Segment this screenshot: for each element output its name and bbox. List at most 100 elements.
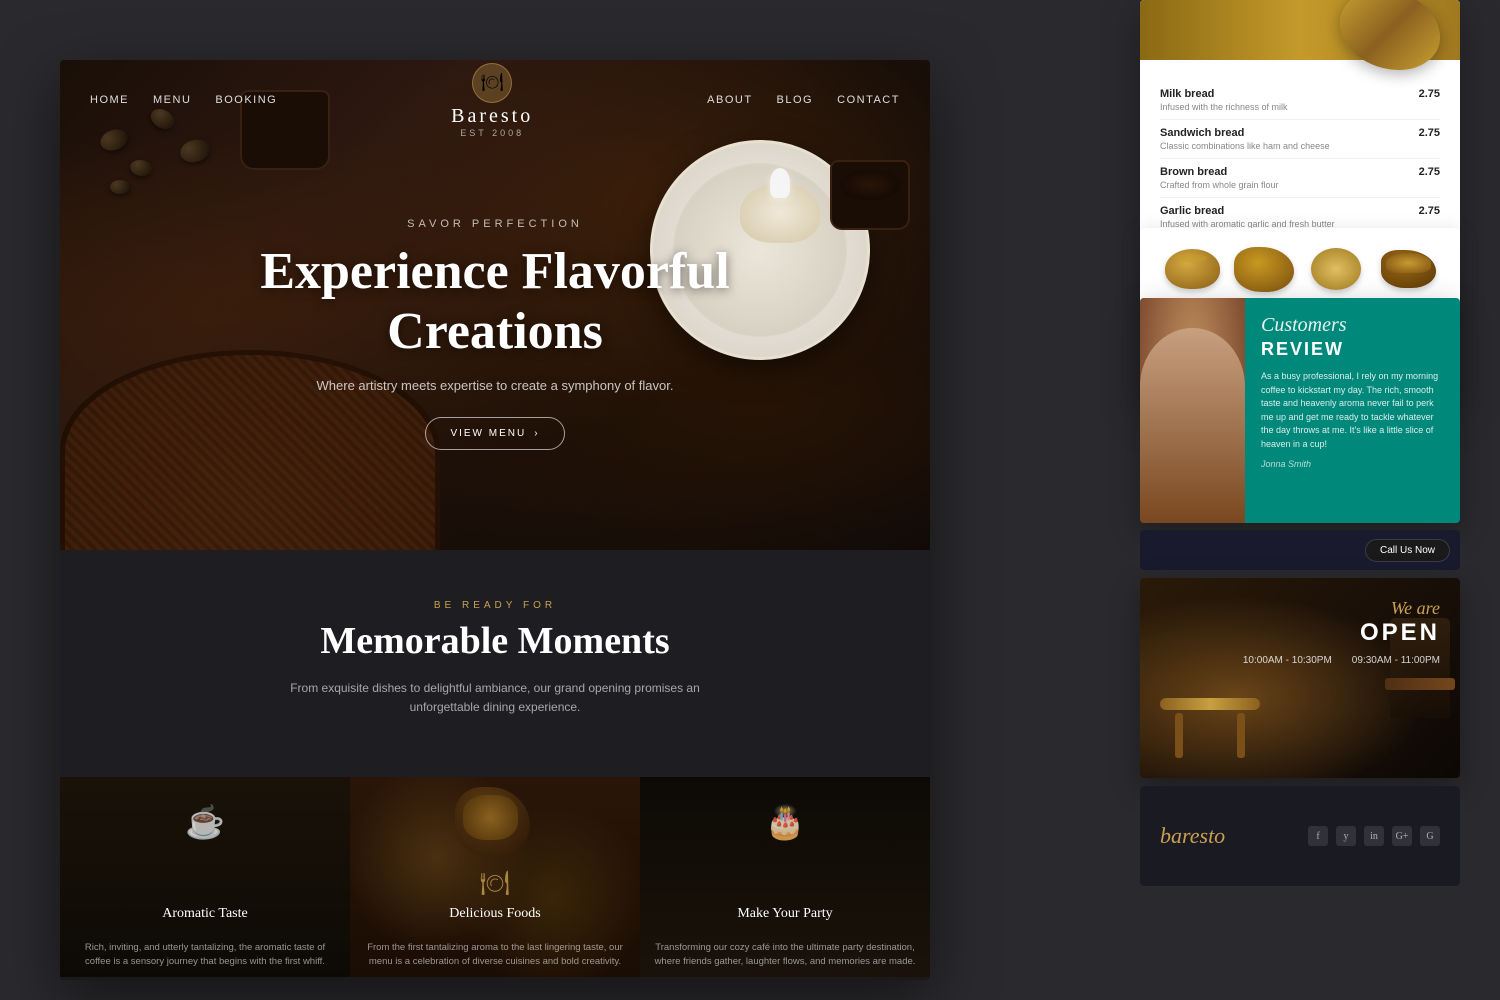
card-party: 🎂 Make Your Party Transforming our cozy … [640,777,930,977]
card-text: From the first tantalizing aroma to the … [362,941,628,970]
hero-title-line2: Creations [387,303,603,360]
call-bar: Call Us Now [1140,530,1460,570]
nav-blog[interactable]: BLOG [777,94,814,106]
open-hour-1: 10:00AM - 10:30PM [1243,655,1332,666]
menu-item-price: 2.75 [1419,166,1440,178]
brand-footer: baresto f y in G+ G [1140,786,1460,886]
hero-title-line1: Experience Flavorful [260,243,729,300]
nav-links-right: ABOUT BLOG CONTACT [707,94,900,106]
open-hours: 10:00AM - 10:30PM 09:30AM - 11:00PM [1243,655,1440,666]
menu-item-desc: Classic combinations like ham and cheese [1160,141,1330,151]
olive-dot [129,158,153,178]
nav-links-left: HOME MENU BOOKING [90,94,277,106]
table-leg [1175,713,1183,758]
card-text: Transforming our cozy café into the ulti… [652,941,918,970]
bread-icon-1 [1162,244,1222,294]
view-menu-label: VIEW MENU [450,428,526,439]
table-leg [1237,713,1245,758]
linkedin-icon[interactable]: in [1364,826,1384,846]
menu-item-info: Sandwich bread Classic combinations like… [1160,127,1330,151]
facebook-icon[interactable]: f [1308,826,1328,846]
nav-home[interactable]: HOME [90,94,129,106]
cafe-table [1160,698,1260,758]
bread-roll [1311,248,1361,290]
olive-dot [178,136,213,165]
bread-icon-4 [1378,244,1438,294]
review-title-bold: REVIEW [1261,339,1444,360]
logo-est: EST 2008 [451,128,533,138]
hero-section: HOME MENU BOOKING 🍽 Baresto EST 2008 ABO… [60,60,930,550]
review-panel: Customers REVIEW As a busy professional,… [1140,298,1460,523]
social-icons: f y in G+ G [1308,826,1440,846]
card-aromatic: ☕ Aromatic Taste Rich, inviting, and utt… [60,777,350,977]
olive-dot [110,180,130,194]
open-title: OPEN [1243,619,1440,647]
bread-roll [1234,247,1294,292]
menu-item-info: Milk bread Infused with the richness of … [1160,88,1288,112]
bread-roll [1165,249,1220,289]
menu-item-price: 2.75 [1419,88,1440,100]
card-foods: 🍽 Delicious Foods From the first tantali… [350,777,640,977]
review-customer-image [1140,298,1245,523]
feature-section: BE READY FOR Memorable Moments From exqu… [60,550,930,777]
card-title: Delicious Foods [350,906,640,922]
hour-time-1: 10:00AM - 10:30PM [1243,655,1332,666]
logo-name: Baresto [451,105,533,128]
site-logo: 🍽 Baresto EST 2008 [451,63,533,138]
menu-item-name: Garlic bread [1160,205,1335,217]
hero-subtitle: Where artistry meets expertise to create… [100,378,890,393]
nav-menu[interactable]: MENU [153,94,191,106]
call-now-button[interactable]: Call Us Now [1365,539,1450,562]
navigation: HOME MENU BOOKING 🍽 Baresto EST 2008 ABO… [60,60,930,140]
card-text: Rich, inviting, and utterly tantalizing,… [72,941,338,970]
right-panels: Milk bread Infused with the richness of … [1120,0,1460,1000]
feature-tagline: BE READY FOR [100,600,890,611]
logo-icon: 🍽 [472,63,512,103]
open-panel: We are OPEN 10:00AM - 10:30PM 09:30AM - … [1140,578,1460,778]
card-title: Aromatic Taste [60,906,350,922]
review-author: Jonna Smith [1261,459,1444,469]
hero-content: SAVOR PERFECTION Experience Flavorful Cr… [100,218,890,450]
open-hour-2: 09:30AM - 11:00PM [1352,655,1440,666]
feature-cards: ☕ Aromatic Taste Rich, inviting, and utt… [60,777,930,977]
dish-icon: 🍽 [470,859,520,909]
googleplus-icon[interactable]: G+ [1392,826,1412,846]
coffee-icon: ☕ [180,797,230,847]
menu-item-price: 2.75 [1419,127,1440,139]
main-site: HOME MENU BOOKING 🍽 Baresto EST 2008 ABO… [60,60,930,980]
menu-item-info: Brown bread Crafted from whole grain flo… [1160,166,1279,190]
google-icon[interactable]: G [1420,826,1440,846]
arrow-icon: › [534,428,539,439]
table-top [1160,698,1260,710]
bread-hero-image [1140,0,1460,60]
menu-item-desc: Crafted from whole grain flour [1160,180,1279,190]
food-inner [463,795,518,840]
review-title-script: Customers [1261,314,1444,337]
hero-tagline: SAVOR PERFECTION [100,218,890,230]
menu-item-info: Garlic bread Infused with aromatic garli… [1160,205,1335,229]
menu-item-name: Brown bread [1160,166,1279,178]
menu-item-name: Sandwich bread [1160,127,1330,139]
feature-description: From exquisite dishes to delightful ambi… [285,679,705,717]
food-photo [455,787,535,857]
footer-logo: baresto [1160,823,1225,849]
menu-item-row: Sandwich bread Classic combinations like… [1160,120,1440,159]
open-script: We are [1243,598,1440,619]
menu-item-row: Brown bread Crafted from whole grain flo… [1160,159,1440,198]
review-content: Customers REVIEW As a busy professional,… [1245,298,1460,523]
menu-item-desc: Infused with the richness of milk [1160,102,1288,112]
open-info: We are OPEN 10:00AM - 10:30PM 09:30AM - … [1243,598,1440,666]
nav-about[interactable]: ABOUT [707,94,752,106]
menu-item-name: Milk bread [1160,88,1288,100]
bread-icon-2 [1234,244,1294,294]
hero-title: Experience Flavorful Creations [100,242,890,362]
feature-title: Memorable Moments [100,619,890,663]
hour-time-2: 09:30AM - 11:00PM [1352,655,1440,666]
view-menu-button[interactable]: VIEW MENU › [425,417,564,450]
nav-booking[interactable]: BOOKING [215,94,277,106]
menu-item-row: Milk bread Infused with the richness of … [1160,81,1440,120]
chair-seat [1385,678,1455,690]
menu-item-price: 2.75 [1419,205,1440,217]
nav-contact[interactable]: CONTACT [837,94,900,106]
youtube-icon[interactable]: y [1336,826,1356,846]
